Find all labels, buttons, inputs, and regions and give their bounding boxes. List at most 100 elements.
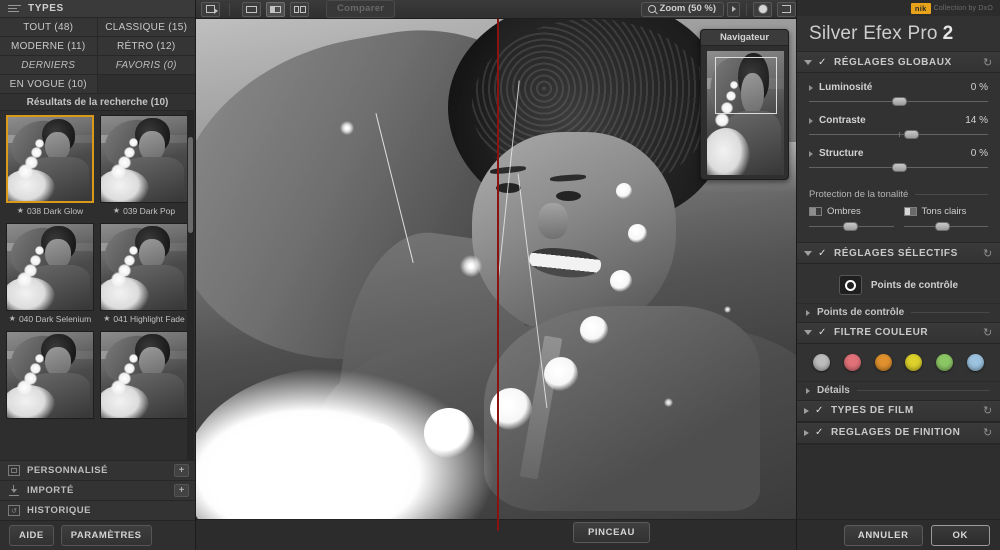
- preset-item-041-highlight-fade[interactable]: ★ 041 Highlight Fade: [100, 223, 188, 329]
- subsection-details[interactable]: Détails: [797, 381, 1000, 400]
- sidebar-footer-bar: AIDE PARAMÈTRES: [0, 520, 195, 550]
- section-header-types-de-film[interactable]: ✓ TYPES DE FILM ↺: [797, 400, 1000, 422]
- checkmark-icon[interactable]: ✓: [815, 405, 825, 416]
- category-tab-moderne[interactable]: MODERNE (11): [0, 37, 98, 56]
- category-tab-retro[interactable]: RÉTRO (12): [98, 37, 196, 56]
- sidebar-item-personnalise[interactable]: PERSONNALISÉ +: [0, 460, 195, 480]
- checkmark-icon[interactable]: ✓: [818, 57, 828, 68]
- preset-thumbnail-image[interactable]: [6, 115, 94, 203]
- checkmark-icon[interactable]: ✓: [818, 327, 828, 338]
- view-side-by-side-button[interactable]: [290, 2, 309, 17]
- section-header-filtre-couleur[interactable]: ✓ FILTRE COULEUR ↺: [797, 322, 1000, 344]
- section-header-reglages-globaux[interactable]: ✓ RÉGLAGES GLOBAUX ↺: [797, 51, 1000, 73]
- preset-thumbnail-image[interactable]: [100, 331, 188, 419]
- preset-thumbnail-image[interactable]: [6, 223, 94, 311]
- slider-handle[interactable]: [843, 222, 858, 231]
- slider-luminosite-row[interactable]: Luminosité 0 %: [809, 82, 988, 93]
- highlights-label: Tons clairs: [922, 206, 967, 217]
- preset-item-partial-left[interactable]: [6, 331, 94, 427]
- ok-button[interactable]: OK: [931, 525, 990, 546]
- preset-label: [6, 419, 94, 427]
- subsection-points-de-controle[interactable]: Points de contrôle: [797, 303, 1000, 322]
- preset-label: ★ 041 Highlight Fade: [100, 311, 188, 329]
- reset-arrow-icon[interactable]: ↺: [983, 404, 992, 417]
- slider-structure-track[interactable]: [809, 161, 988, 175]
- export-button[interactable]: [201, 2, 220, 17]
- preset-thumbnail-image[interactable]: [6, 331, 94, 419]
- add-imported-preset-button[interactable]: +: [174, 484, 189, 497]
- color-swatch-orange[interactable]: [875, 354, 892, 371]
- favorite-star-icon[interactable]: ★: [17, 207, 24, 215]
- favorite-star-icon[interactable]: ★: [103, 315, 110, 323]
- brightness-toggle-button[interactable]: [753, 2, 772, 17]
- reset-arrow-icon[interactable]: ↺: [983, 247, 992, 260]
- preset-thumbnail-image[interactable]: [100, 223, 188, 311]
- slider-handle[interactable]: [935, 222, 950, 231]
- preset-thumbnail-list[interactable]: ★ 038 Dark Glow: [0, 111, 195, 460]
- sidebar-item-historique[interactable]: ↺ HISTORIQUE: [0, 500, 195, 520]
- category-tab-tout[interactable]: TOUT (48): [0, 18, 98, 37]
- before-after-split-handle[interactable]: [497, 19, 499, 531]
- color-swatch-blue[interactable]: [967, 354, 984, 371]
- slider-handle[interactable]: [904, 130, 919, 139]
- view-split-button[interactable]: [266, 2, 285, 17]
- compare-button[interactable]: Comparer: [326, 0, 395, 18]
- reset-view-button[interactable]: [777, 2, 796, 17]
- section-header-reglages-de-finition[interactable]: ✓ REGLAGES DE FINITION ↺: [797, 422, 1000, 444]
- zoom-field[interactable]: Zoom (50 %): [641, 2, 724, 17]
- slider-structure-row[interactable]: Structure 0 %: [809, 148, 988, 159]
- reset-arrow-icon[interactable]: ↺: [983, 426, 992, 439]
- preset-thumbnail-image[interactable]: [100, 115, 188, 203]
- chevron-right-icon[interactable]: [809, 118, 813, 124]
- tonality-protection-label: Protection de la tonalité: [809, 189, 988, 200]
- category-tab-derniers[interactable]: DERNIERS: [0, 56, 98, 75]
- color-swatch-red[interactable]: [844, 354, 861, 371]
- category-tab-favoris[interactable]: FAVORIS (0): [98, 56, 196, 75]
- history-icon: ↺: [8, 505, 20, 516]
- navigator-viewport-rect[interactable]: [715, 57, 777, 114]
- favorite-star-icon[interactable]: ★: [113, 207, 120, 215]
- settings-button[interactable]: PARAMÈTRES: [61, 525, 152, 546]
- preset-list-scrollbar[interactable]: [187, 111, 194, 460]
- favorite-star-icon[interactable]: ★: [9, 315, 16, 323]
- preset-item-partial-right[interactable]: [100, 331, 188, 427]
- checkmark-icon[interactable]: ✓: [818, 248, 828, 259]
- slider-contraste-row[interactable]: Contraste 14 %: [809, 115, 988, 126]
- navigator-thumbnail[interactable]: [707, 51, 784, 175]
- brush-button[interactable]: PINCEAU: [573, 522, 650, 543]
- types-header[interactable]: TYPES: [0, 0, 195, 18]
- slider-value: 0 %: [971, 82, 988, 93]
- brand-tagline: Collection by DxO: [934, 5, 993, 12]
- help-button[interactable]: AIDE: [9, 525, 54, 546]
- section-header-reglages-selectifs[interactable]: ✓ RÉGLAGES SÉLECTIFS ↺: [797, 242, 1000, 264]
- reset-arrow-icon[interactable]: ↺: [983, 56, 992, 69]
- chevron-right-icon[interactable]: [809, 151, 813, 157]
- preset-item-040-dark-selenium[interactable]: ★ 040 Dark Selenium: [6, 223, 94, 329]
- view-single-button[interactable]: [242, 2, 261, 17]
- preset-item-039-dark-pop[interactable]: ★ 039 Dark Pop: [100, 115, 188, 221]
- slider-handle[interactable]: [892, 97, 907, 106]
- color-swatch-yellow[interactable]: [905, 354, 922, 371]
- category-tab-en-vogue[interactable]: EN VOGUE (10): [0, 75, 98, 94]
- slider-contraste-track[interactable]: [809, 128, 988, 142]
- cancel-button[interactable]: ANNULER: [844, 525, 923, 546]
- slider-luminosite-track[interactable]: [809, 95, 988, 109]
- slider-handle[interactable]: [892, 163, 907, 172]
- zoom-dropdown-button[interactable]: [727, 2, 740, 17]
- scrollbar-thumb[interactable]: [188, 137, 193, 233]
- sidebar-item-importe[interactable]: IMPORTÉ +: [0, 480, 195, 500]
- reset-arrow-icon[interactable]: ↺: [983, 326, 992, 339]
- add-control-point-button[interactable]: [839, 275, 862, 295]
- add-custom-preset-button[interactable]: +: [174, 464, 189, 477]
- category-tab-classique[interactable]: CLASSIQUE (15): [98, 18, 196, 37]
- types-header-label: TYPES: [28, 3, 64, 14]
- sidebar-item-label: PERSONNALISÉ: [27, 465, 108, 476]
- preset-item-038-dark-glow[interactable]: ★ 038 Dark Glow: [6, 115, 94, 221]
- highlights-icon: [904, 207, 917, 216]
- chevron-right-icon[interactable]: [809, 85, 813, 91]
- slider-tons-clairs-track[interactable]: [904, 220, 989, 234]
- color-swatch-green[interactable]: [936, 354, 953, 371]
- slider-ombres-track[interactable]: [809, 220, 894, 234]
- checkmark-icon[interactable]: ✓: [815, 427, 825, 438]
- color-swatch-neutral[interactable]: [813, 354, 830, 371]
